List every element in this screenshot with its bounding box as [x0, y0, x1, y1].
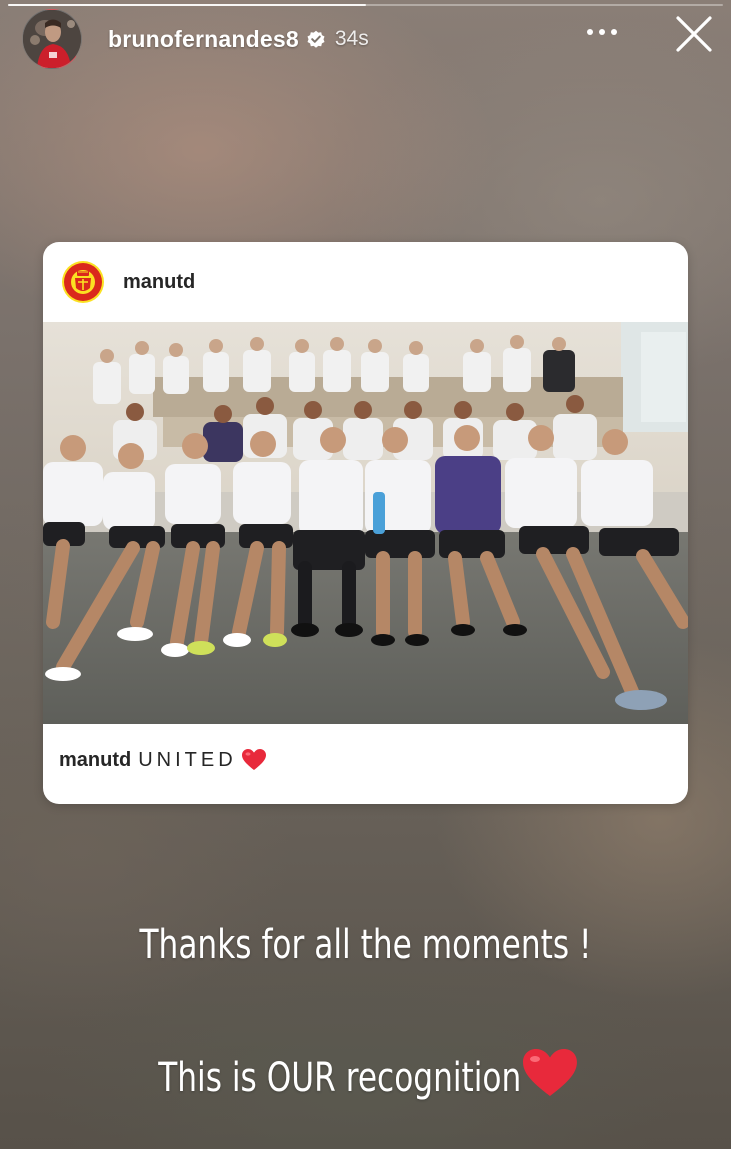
red-heart-icon — [241, 748, 267, 772]
caption-username[interactable]: manutd — [59, 749, 131, 772]
story-text-line-1: Thanks for all the moments ! — [139, 922, 592, 968]
story-progress-bar — [8, 4, 723, 6]
close-button[interactable] — [670, 10, 718, 58]
close-icon — [676, 16, 712, 52]
story-timestamp: 34s — [334, 27, 369, 50]
shared-post-header: manutd — [43, 242, 688, 322]
avatar[interactable] — [22, 9, 82, 69]
story-text-line-2: This is OUR recognition — [80, 1047, 650, 1101]
story-text-line-2-text: This is OUR recognition — [158, 1055, 522, 1101]
verified-badge-icon — [306, 29, 326, 49]
more-options-button[interactable] — [578, 12, 626, 52]
story-progress-fill — [8, 4, 366, 6]
more-options-icon — [587, 29, 617, 35]
red-heart-icon — [521, 1047, 579, 1099]
story-username[interactable]: brunofernandes8 — [108, 26, 299, 53]
manchester-united-crest-icon[interactable] — [61, 260, 105, 304]
shared-post-card[interactable]: manutd manutd UNITED — [43, 242, 688, 804]
caption-text: UNITED — [138, 748, 237, 771]
team-photo — [43, 322, 688, 724]
shared-post-caption: manutd UNITED — [59, 748, 267, 772]
shared-post-username[interactable]: manutd — [123, 271, 195, 294]
